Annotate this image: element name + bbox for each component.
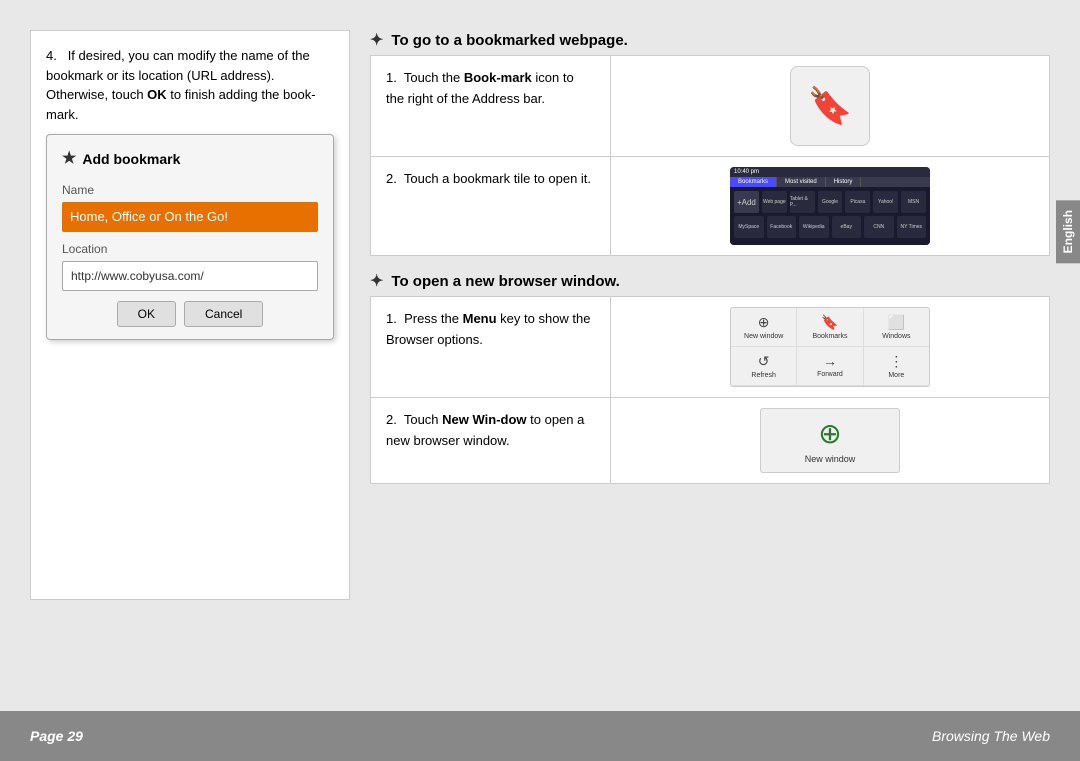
bm-row-2: MySpace Facebook Wikipedia eBay CNN NY T… (734, 216, 926, 238)
right-panel: ✦ To go to a bookmarked webpage. 1. Touc… (370, 30, 1050, 600)
step2-number: 2. (386, 171, 400, 186)
refresh-label: Refresh (751, 372, 776, 379)
new-window-mockup: ⊕ New window (760, 408, 900, 473)
add-tile: +Add (734, 191, 759, 213)
cnn-tile: CNN (864, 216, 894, 238)
bookmark-icon-cell: 🔖 (611, 56, 1049, 156)
section2-step1-text: 1. Press the Menu key to show the Browse… (371, 297, 611, 397)
options-row-2: ↺ Refresh → Forward ⋮ Mo (731, 347, 929, 386)
section1-step1-text: 1. Touch the Book-mark icon to the right… (371, 56, 611, 156)
section2: ✦ To open a new browser window. 1. Press… (370, 271, 1050, 484)
options-row-1: ⊕ New window 🔖 Bookmarks ⬜ (731, 308, 929, 347)
dialog-buttons: OK Cancel (62, 301, 318, 327)
location-input[interactable]: http://www.cobyusa.com/ (62, 261, 318, 291)
section2-header-text: To open a new browser window. (391, 273, 619, 290)
browser-mockup: 10:40 pm Bookmarks Most visited History (730, 167, 930, 245)
wikipedia-tile: Wikipedia (799, 216, 829, 238)
refresh-icon: ↺ (758, 353, 770, 370)
location-label: Location (62, 240, 318, 258)
ok-button[interactable]: OK (117, 301, 176, 327)
english-tab: English (1056, 200, 1080, 263)
new-window-text: New window (805, 454, 856, 464)
forward-label: Forward (817, 371, 843, 378)
section1-header: ✦ To go to a bookmarked webpage. (370, 30, 1050, 50)
windows-label: Windows (882, 333, 910, 340)
plus-icon-2: ✦ (370, 271, 383, 291)
browser-tabs: Bookmarks Most visited History (730, 177, 930, 187)
bookmarks-grid: +Add Web page Tablet & P... Google Picas… (730, 187, 930, 245)
section1: ✦ To go to a bookmarked webpage. 1. Touc… (370, 30, 1050, 256)
new-window-big-icon: ⊕ (818, 417, 841, 450)
ebay-tile: eBay (832, 216, 862, 238)
cancel-button[interactable]: Cancel (184, 301, 263, 327)
browser-toolbar: 10:40 pm (730, 167, 930, 177)
section2-step2-text: 2. Touch New Win-dow to open a new brows… (371, 398, 611, 483)
footer-title: Browsing The Web (932, 728, 1050, 744)
windows-icon: ⬜ (888, 314, 905, 331)
windows-option: ⬜ Windows (864, 308, 929, 346)
refresh-option: ↺ Refresh (731, 347, 797, 385)
more-option: ⋮ More (864, 347, 929, 385)
browser-screenshot-cell: 10:40 pm Bookmarks Most visited History (611, 157, 1049, 255)
footer-page: Page 29 (30, 728, 83, 744)
history-tab: History (826, 177, 862, 187)
most-visited-tab: Most visited (777, 177, 826, 187)
section1-table: 1. Touch the Book-mark icon to the right… (370, 55, 1050, 256)
yahoo-tile: Yahoo! (873, 191, 898, 213)
forward-option: → Forward (797, 347, 863, 385)
dialog-title: ★ Add bookmark (62, 147, 318, 171)
footer: Page 29 Browsing The Web (0, 711, 1080, 761)
section2-table: 1. Press the Menu key to show the Browse… (370, 296, 1050, 484)
step4-number: 4. (46, 48, 57, 63)
facebook-tile: Facebook (767, 216, 797, 238)
nytimes-tile: NY Times (897, 216, 927, 238)
section2-header: ✦ To open a new browser window. (370, 271, 1050, 291)
myspace-tile: MySpace (734, 216, 764, 238)
browser-options-mockup: ⊕ New window 🔖 Bookmarks ⬜ (730, 307, 930, 387)
more-label: More (888, 372, 904, 379)
more-icon: ⋮ (889, 353, 903, 370)
picasa-tile: Picasa (845, 191, 870, 213)
step4-text: 4. If desired, you can modify the name o… (46, 46, 334, 124)
plus-icon-1: ✦ (370, 30, 383, 50)
star-icon: ★ (62, 147, 76, 171)
add-bookmark-dialog: ★ Add bookmark Name Home, Office or On t… (46, 134, 334, 340)
bm-row-1: +Add Web page Tablet & P... Google Picas… (734, 191, 926, 213)
bookmarks-icon: 🔖 (821, 314, 838, 331)
name-label: Name (62, 181, 318, 199)
english-label: English (1061, 210, 1075, 253)
section1-header-text: To go to a bookmarked webpage. (391, 32, 627, 49)
google-tile: Google (818, 191, 843, 213)
section1-step2-text: 2. Touch a bookmark tile to open it. (371, 157, 611, 255)
name-input[interactable]: Home, Office or On the Go! (62, 202, 318, 232)
bookmarks-tab: Bookmarks (730, 177, 777, 187)
webpage-tile: Web page (762, 191, 787, 213)
tablet-tile: Tablet & P... (790, 191, 815, 213)
new-window-option: ⊕ New window (731, 308, 797, 346)
new-window-label: New window (744, 333, 783, 340)
step4-description: If desired, you can modify the name of t… (46, 48, 316, 122)
step1-number: 1. (386, 70, 400, 85)
browser-options-cell: ⊕ New window 🔖 Bookmarks ⬜ (611, 297, 1049, 397)
dialog-title-text: Add bookmark (82, 149, 180, 170)
new-window-icon: ⊕ (758, 314, 770, 331)
bookmark-icon-large: 🔖 (790, 66, 870, 146)
bookmarks-label: Bookmarks (812, 333, 847, 340)
forward-icon: → (823, 353, 837, 369)
msn-tile: MSN (901, 191, 926, 213)
left-panel: 4. If desired, you can modify the name o… (30, 30, 350, 600)
new-window-cell: ⊕ New window (611, 398, 1049, 483)
bookmarks-option: 🔖 Bookmarks (797, 308, 863, 346)
